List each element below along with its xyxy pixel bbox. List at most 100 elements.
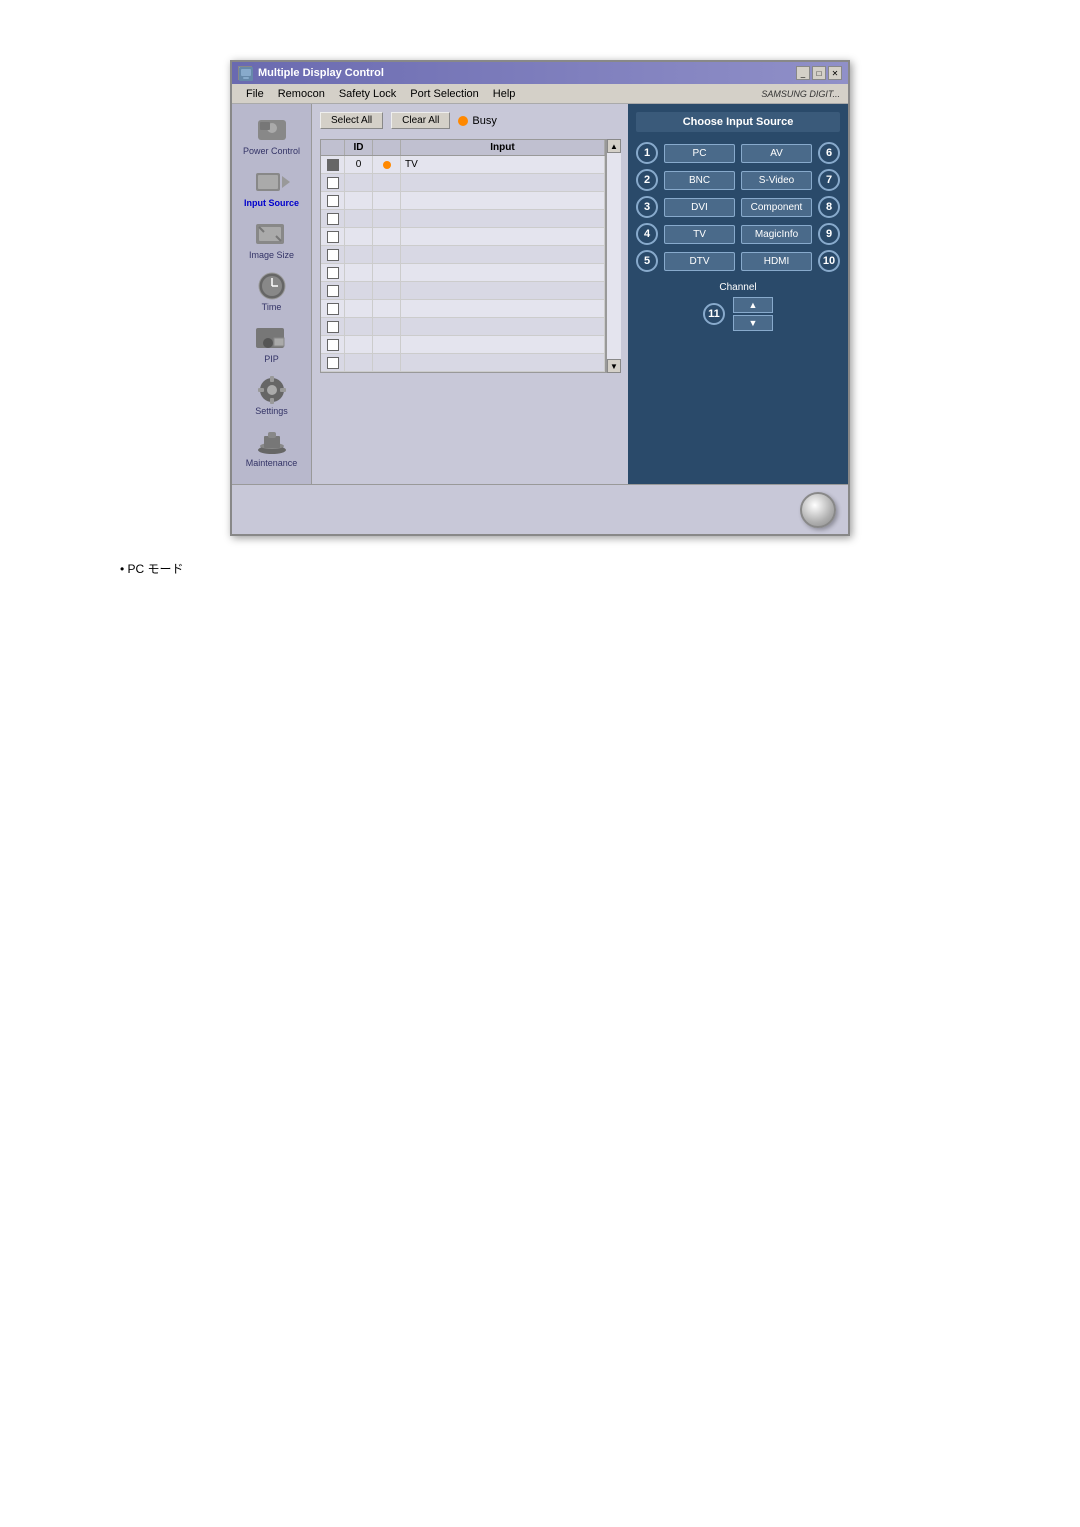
title-bar-buttons: _ □ ✕: [796, 66, 842, 80]
select-all-button[interactable]: Select All: [320, 112, 383, 129]
table-cell-check[interactable]: [321, 192, 345, 209]
input-number-5: 5: [636, 250, 658, 272]
scroll-up-button[interactable]: ▲: [607, 139, 621, 153]
input-row: 3DVIComponent8: [636, 196, 840, 218]
channel-down-button[interactable]: ▼: [733, 315, 773, 331]
maintenance-icon: [254, 428, 290, 456]
input-btn-av[interactable]: AV: [741, 144, 812, 163]
table-cell-check[interactable]: [321, 264, 345, 281]
menu-remocon[interactable]: Remocon: [272, 87, 331, 101]
samsung-logo: SAMSUNG DIGIT...: [761, 89, 840, 99]
table-cell-check[interactable]: [321, 228, 345, 245]
input-btn-component[interactable]: Component: [741, 198, 812, 217]
input-btn-magicinfo[interactable]: MagicInfo: [741, 225, 812, 244]
menu-file[interactable]: File: [240, 87, 270, 101]
table-cell-input: [401, 354, 605, 371]
checkbox[interactable]: [327, 303, 339, 315]
image-size-icon: [254, 220, 290, 248]
checkbox[interactable]: [327, 267, 339, 279]
table-row[interactable]: [321, 210, 605, 228]
table-cell-id: [345, 192, 373, 209]
main-content: Power Control Input Source: [232, 104, 848, 484]
menu-safety-lock[interactable]: Safety Lock: [333, 87, 402, 101]
table-cell-check[interactable]: [321, 210, 345, 227]
table-cell-dot: [373, 174, 401, 191]
close-button[interactable]: ✕: [828, 66, 842, 80]
table-cell-dot: [373, 228, 401, 245]
input-btn-pc[interactable]: PC: [664, 144, 735, 163]
sidebar-item-input-source[interactable]: Input Source: [236, 164, 308, 212]
window-title: Multiple Display Control: [258, 67, 384, 79]
table-cell-check[interactable]: [321, 156, 345, 173]
busy-dot: [458, 116, 468, 126]
menu-bar: File Remocon Safety Lock Port Selection …: [232, 84, 848, 104]
checkbox[interactable]: [327, 321, 339, 333]
clear-all-button[interactable]: Clear All: [391, 112, 450, 129]
checkbox[interactable]: [327, 249, 339, 261]
sidebar-item-pip[interactable]: PIP: [236, 320, 308, 368]
table-cell-dot: [373, 354, 401, 371]
input-btn-bnc[interactable]: BNC: [664, 171, 735, 190]
table-row[interactable]: [321, 192, 605, 210]
table-row[interactable]: [321, 318, 605, 336]
checkbox[interactable]: [327, 177, 339, 189]
sidebar-item-settings[interactable]: Settings: [236, 372, 308, 420]
input-number-2: 2: [636, 169, 658, 191]
table-cell-check[interactable]: [321, 246, 345, 263]
input-btn-s-video[interactable]: S-Video: [741, 171, 812, 190]
checkbox[interactable]: [327, 357, 339, 369]
sidebar-item-time[interactable]: Time: [236, 268, 308, 316]
table-row[interactable]: [321, 246, 605, 264]
scroll-down-button[interactable]: ▼: [607, 359, 621, 373]
table-row[interactable]: [321, 282, 605, 300]
apply-button[interactable]: [800, 492, 836, 528]
scroll-track: [607, 153, 621, 359]
input-btn-hdmi[interactable]: HDMI: [741, 252, 812, 271]
table-cell-check[interactable]: [321, 354, 345, 371]
table-row[interactable]: [321, 174, 605, 192]
scrollbar[interactable]: ▲ ▼: [606, 139, 620, 373]
minimize-button[interactable]: _: [796, 66, 810, 80]
input-btn-dvi[interactable]: DVI: [664, 198, 735, 217]
maximize-button[interactable]: □: [812, 66, 826, 80]
menu-help[interactable]: Help: [487, 87, 522, 101]
table-cell-check[interactable]: [321, 174, 345, 191]
table-cell-check[interactable]: [321, 300, 345, 317]
window-icon: [238, 66, 252, 80]
status-dot: [383, 161, 391, 169]
sidebar-label-input-source: Input Source: [244, 198, 299, 208]
checkbox[interactable]: [327, 195, 339, 207]
sidebar-item-power-control[interactable]: Power Control: [236, 112, 308, 160]
sidebar-label-settings: Settings: [255, 406, 288, 416]
input-btn-tv[interactable]: TV: [664, 225, 735, 244]
table-row[interactable]: [321, 300, 605, 318]
checkbox[interactable]: [327, 339, 339, 351]
menu-port-selection[interactable]: Port Selection: [404, 87, 484, 101]
table-row[interactable]: [321, 228, 605, 246]
table-cell-dot: [373, 210, 401, 227]
table-cell-input: [401, 318, 605, 335]
table-cell-check[interactable]: [321, 318, 345, 335]
table-cell-input: [401, 246, 605, 263]
table-row[interactable]: [321, 336, 605, 354]
bottom-bar: [232, 484, 848, 534]
table-row[interactable]: [321, 354, 605, 372]
checkbox[interactable]: [327, 159, 339, 171]
input-number-10: 10: [818, 250, 840, 272]
table-cell-id: 0: [345, 156, 373, 173]
table-header-dot: [373, 140, 401, 155]
input-btn-dtv[interactable]: DTV: [664, 252, 735, 271]
table-cell-check[interactable]: [321, 282, 345, 299]
sidebar-item-image-size[interactable]: Image Size: [236, 216, 308, 264]
checkbox[interactable]: [327, 213, 339, 225]
checkbox[interactable]: [327, 285, 339, 297]
channel-up-button[interactable]: ▲: [733, 297, 773, 313]
table-row[interactable]: [321, 264, 605, 282]
table-row[interactable]: 0TV: [321, 156, 605, 174]
table-cell-check[interactable]: [321, 336, 345, 353]
checkbox[interactable]: [327, 231, 339, 243]
sidebar-item-maintenance[interactable]: Maintenance: [236, 424, 308, 472]
channel-control-row: 11 ▲ ▼: [636, 297, 840, 331]
table-cell-id: [345, 282, 373, 299]
input-number-7: 7: [818, 169, 840, 191]
